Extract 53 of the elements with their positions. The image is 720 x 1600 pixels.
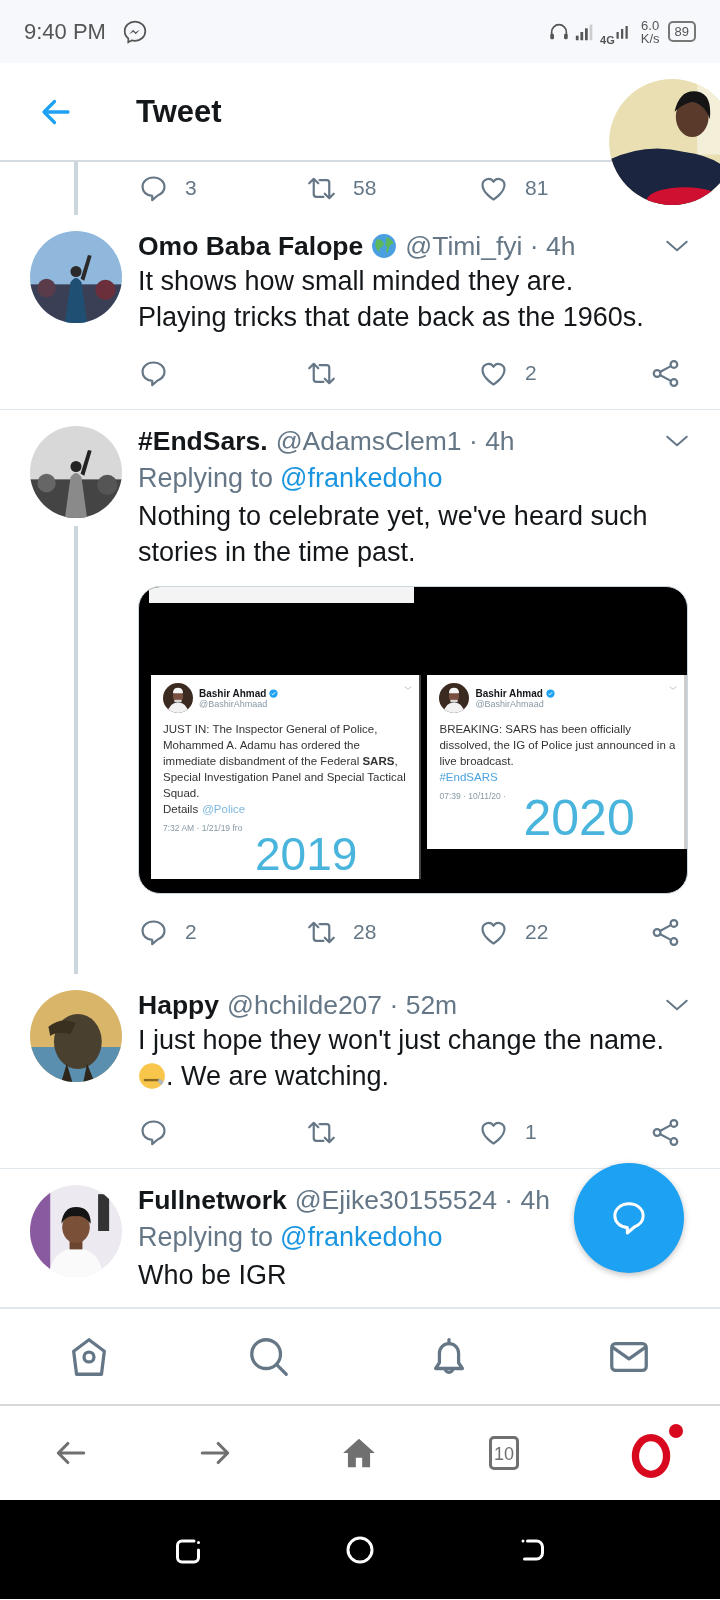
tab-count-button[interactable]: 10 bbox=[489, 1436, 519, 1470]
year-label: 2019 bbox=[255, 831, 358, 877]
hashtag-link[interactable]: #EndSARS bbox=[439, 769, 678, 785]
zipper-mouth-emoji-icon bbox=[138, 1062, 166, 1090]
tweet-text: I just hope they won't just change the name. . We are watching. bbox=[138, 1024, 664, 1093]
embedded-tweet-text: BREAKING: SARS has been officially dissolved, the IG of Police just announced in a live broadcast. bbox=[439, 722, 677, 769]
handle-and-time: @AdamsClem1 · 4h bbox=[275, 426, 515, 456]
tweet-text: It shows how small minded they are. Playing tricks that date back as the 1960s. bbox=[138, 265, 644, 334]
author-name: Bashir Ahmad bbox=[475, 687, 543, 699]
network-type: 4G bbox=[600, 33, 615, 46]
mention-link[interactable]: @frankedoho bbox=[280, 463, 443, 493]
author-name: Bashir Ahmad bbox=[199, 687, 267, 699]
handle-and-time: @Timi_fyi · 4h bbox=[405, 231, 576, 261]
user-name: Happy bbox=[138, 990, 219, 1020]
messenger-icon bbox=[121, 18, 148, 45]
ring-logo-icon bbox=[629, 1434, 673, 1478]
reply-button[interactable]: 2 bbox=[138, 912, 197, 952]
user-name: #EndSars. bbox=[138, 426, 268, 456]
tweet-timestamp: 7:32 AM · 1/21/19 fro bbox=[163, 823, 244, 833]
details-text: Details @Police bbox=[163, 802, 247, 817]
like-button[interactable]: 81 bbox=[478, 168, 549, 208]
speed-value: 6.0 bbox=[641, 18, 660, 32]
share-icon bbox=[650, 357, 681, 389]
tweet-text: Who be IGR bbox=[138, 1259, 287, 1292]
notification-dot bbox=[669, 1424, 683, 1438]
user-name: Fullnetwork bbox=[138, 1185, 287, 1215]
page-title: Tweet bbox=[136, 93, 222, 130]
retweet-button[interactable]: 58 bbox=[306, 168, 377, 208]
compose-reply-button[interactable] bbox=[574, 1163, 684, 1273]
replying-to-text: Replying to @frankedoho bbox=[138, 462, 443, 495]
replying-to-text: Replying to @frankedoho bbox=[138, 1221, 443, 1254]
tweet-timestamp: 07:39 · 10/11/20 · bbox=[439, 791, 507, 801]
battery-level: 89 bbox=[667, 21, 696, 42]
speed-unit: K/s bbox=[640, 31, 660, 45]
user-name: Omo Baba Falope bbox=[138, 231, 364, 261]
reply-button[interactable]: 3 bbox=[138, 168, 197, 208]
verified-icon bbox=[545, 688, 555, 698]
mention-link[interactable]: @frankedoho bbox=[280, 1222, 443, 1252]
tweet-text: Nothing to celebrate yet, we've heard such stories in the time past. bbox=[138, 500, 648, 569]
clock-time: 9:40 PM bbox=[24, 18, 106, 45]
handle-and-time: @hchilde207 · 52m bbox=[227, 990, 458, 1020]
year-label: 2020 bbox=[523, 793, 635, 843]
like-button[interactable]: 2 bbox=[478, 353, 537, 393]
author-handle: @BashirAhmaad bbox=[199, 698, 269, 709]
retweet-button[interactable]: 28 bbox=[306, 912, 377, 952]
like-button[interactable]: 1 bbox=[478, 1112, 537, 1152]
handle-and-time: @Ejike30155524 · 4h bbox=[294, 1185, 550, 1215]
share-icon bbox=[650, 1116, 681, 1148]
embedded-tweet-text: JUST IN: The Inspector General of Police, Mohammed A. Adamu has ordered the immediate disbandment of the Federal SARS, Special Investigation Panel and Special Tactical Squad. bbox=[163, 722, 407, 801]
share-icon bbox=[650, 916, 681, 948]
verified-icon bbox=[269, 688, 279, 698]
like-button[interactable]: 22 bbox=[478, 912, 549, 952]
author-handle: @BashirAhmaad bbox=[475, 698, 545, 709]
